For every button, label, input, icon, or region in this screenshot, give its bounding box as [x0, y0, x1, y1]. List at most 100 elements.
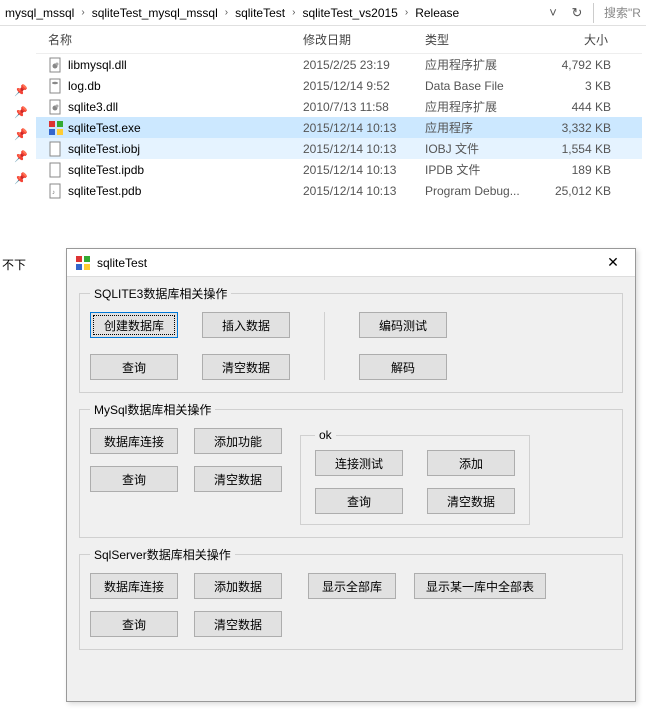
chevron-right-icon[interactable]: › — [401, 7, 412, 18]
file-name: sqliteTest.ipdb — [68, 163, 144, 177]
file-date: 2015/12/14 10:13 — [291, 184, 413, 198]
file-type: 应用程序 — [413, 119, 533, 136]
db-connect-button[interactable]: 数据库连接 — [90, 428, 178, 454]
chevron-right-icon[interactable]: › — [221, 7, 232, 18]
pin-icon[interactable]: 📌 — [14, 84, 28, 102]
file-name: sqliteTest.pdb — [68, 184, 141, 198]
column-header-type[interactable]: 类型 — [413, 26, 533, 53]
pin-column: 📌 📌 📌 📌 📌 — [14, 84, 28, 190]
address-bar: mysql_mssql› sqliteTest_mysql_mssql› sql… — [0, 0, 646, 26]
file-date: 2015/2/25 23:19 — [291, 58, 413, 72]
file-icon: ♪ — [48, 183, 64, 199]
mysql-group-title: MySql数据库相关操作 — [90, 401, 215, 418]
file-type: Data Base File — [413, 79, 533, 93]
file-row[interactable]: libmysql.dll2015/2/25 23:19应用程序扩展4,792 K… — [36, 54, 642, 75]
create-db-button[interactable]: 创建数据库 — [90, 312, 178, 338]
column-header-date[interactable]: 修改日期 — [291, 26, 413, 53]
file-row[interactable]: log.db 2015/12/14 9:52Data Base File3 KB — [36, 75, 642, 96]
file-name: sqliteTest.exe — [68, 121, 141, 135]
truncated-text: 不下 — [2, 256, 26, 273]
file-icon — [48, 141, 64, 157]
file-icon — [48, 78, 64, 94]
dialog-title: sqliteTest — [97, 256, 147, 270]
separator — [593, 3, 594, 23]
pin-icon[interactable]: 📌 — [14, 172, 28, 190]
file-size: 1,554 KB — [533, 142, 625, 156]
file-row[interactable]: sqlite3.dll2010/7/13 11:58应用程序扩展444 KB — [36, 96, 642, 117]
ok-group-title: ok — [315, 428, 336, 442]
insert-data-button[interactable]: 插入数据 — [202, 312, 290, 338]
show-tables-button[interactable]: 显示某一库中全部表 — [414, 573, 546, 599]
file-type: IOBJ 文件 — [413, 140, 533, 157]
encode-test-button[interactable]: 编码测试 — [359, 312, 447, 338]
file-icon — [48, 99, 64, 115]
file-row[interactable]: sqliteTest.iobj 2015/12/14 10:13IOBJ 文件1,… — [36, 138, 642, 159]
clear-data-button[interactable]: 清空数据 — [202, 354, 290, 380]
file-row[interactable]: sqliteTest.ipdb 2015/12/14 10:13IPDB 文件18… — [36, 159, 642, 180]
close-button[interactable]: ✕ — [591, 249, 635, 277]
search-input[interactable]: 搜索"R — [598, 4, 646, 21]
file-size: 189 KB — [533, 163, 625, 177]
sqlserver-query-button[interactable]: 查询 — [90, 611, 178, 637]
ok-clear-button[interactable]: 清空数据 — [427, 488, 515, 514]
file-date: 2010/7/13 11:58 — [291, 100, 413, 114]
file-size: 3 KB — [533, 79, 625, 93]
refresh-icon[interactable]: ↻ — [565, 1, 589, 25]
chevron-right-icon[interactable]: › — [77, 7, 88, 18]
file-date: 2015/12/14 10:13 — [291, 163, 413, 177]
column-header-size[interactable]: 大小 — [533, 26, 623, 53]
ok-query-button[interactable]: 查询 — [315, 488, 403, 514]
add-button[interactable]: 添加 — [427, 450, 515, 476]
file-date: 2015/12/14 9:52 — [291, 79, 413, 93]
file-size: 444 KB — [533, 100, 625, 114]
breadcrumb-item[interactable]: sqliteTest_vs2015 — [299, 2, 400, 24]
file-size: 4,792 KB — [533, 58, 625, 72]
breadcrumb-item[interactable]: mysql_mssql — [2, 2, 77, 24]
file-list-header: 名称 修改日期 类型 大小 — [36, 26, 642, 54]
sqlserver-add-data-button[interactable]: 添加数据 — [194, 573, 282, 599]
sqlserver-group-title: SqlServer数据库相关操作 — [90, 546, 235, 563]
chevron-right-icon[interactable]: › — [288, 7, 299, 18]
file-type: IPDB 文件 — [413, 161, 533, 178]
mysql-clear-button[interactable]: 清空数据 — [194, 466, 282, 492]
breadcrumb-item[interactable]: sqliteTest — [232, 2, 288, 24]
dialog-titlebar[interactable]: sqliteTest ✕ — [67, 249, 635, 277]
pin-icon[interactable]: 📌 — [14, 128, 28, 146]
file-row[interactable]: sqliteTest.exe 2015/12/14 10:13应用程序3,332 … — [36, 117, 642, 138]
pin-icon[interactable]: 📌 — [14, 150, 28, 168]
show-all-db-button[interactable]: 显示全部库 — [308, 573, 396, 599]
file-name: log.db — [68, 79, 101, 93]
file-name: libmysql.dll — [68, 58, 127, 72]
breadcrumb-item[interactable]: sqliteTest_mysql_mssql — [89, 2, 221, 24]
file-name: sqlite3.dll — [68, 100, 118, 114]
column-header-name[interactable]: 名称 — [36, 26, 291, 53]
decode-button[interactable]: 解码 — [359, 354, 447, 380]
sqlite3-group: SQLITE3数据库相关操作 创建数据库 插入数据 查询 清空数据 编码测试 解… — [79, 285, 623, 393]
file-size: 3,332 KB — [533, 121, 625, 135]
file-icon — [48, 162, 64, 178]
connection-test-button[interactable]: 连接测试 — [315, 450, 403, 476]
sqlserver-connect-button[interactable]: 数据库连接 — [90, 573, 178, 599]
file-icon — [48, 57, 64, 73]
add-feature-button[interactable]: 添加功能 — [194, 428, 282, 454]
file-list: 📌 📌 📌 📌 📌 名称 修改日期 类型 大小 libmysql.dll2015… — [36, 26, 642, 201]
file-date: 2015/12/14 10:13 — [291, 142, 413, 156]
query-button[interactable]: 查询 — [90, 354, 178, 380]
history-dropdown-icon[interactable]: ˅ — [541, 1, 565, 25]
sqlserver-group: SqlServer数据库相关操作 数据库连接 添加数据 查询 清空数据 显示全部… — [79, 546, 623, 650]
separator — [324, 312, 325, 380]
file-row[interactable]: ♪ sqliteTest.pdb 2015/12/14 10:13Program D… — [36, 180, 642, 201]
ok-group: ok 连接测试 添加 查询 清空数据 — [300, 428, 530, 525]
sqlserver-clear-button[interactable]: 清空数据 — [194, 611, 282, 637]
file-name: sqliteTest.iobj — [68, 142, 140, 156]
file-size: 25,012 KB — [533, 184, 625, 198]
file-date: 2015/12/14 10:13 — [291, 121, 413, 135]
file-type: Program Debug... — [413, 184, 533, 198]
mysql-query-button[interactable]: 查询 — [90, 466, 178, 492]
mysql-group: MySql数据库相关操作 数据库连接 添加功能 查询 清空数据 ok — [79, 401, 623, 538]
breadcrumb-item[interactable]: Release — [412, 2, 462, 24]
file-icon — [48, 120, 64, 136]
pin-icon[interactable]: 📌 — [14, 106, 28, 124]
svg-text:♪: ♪ — [52, 190, 55, 196]
sqlite3-group-title: SQLITE3数据库相关操作 — [90, 285, 231, 302]
